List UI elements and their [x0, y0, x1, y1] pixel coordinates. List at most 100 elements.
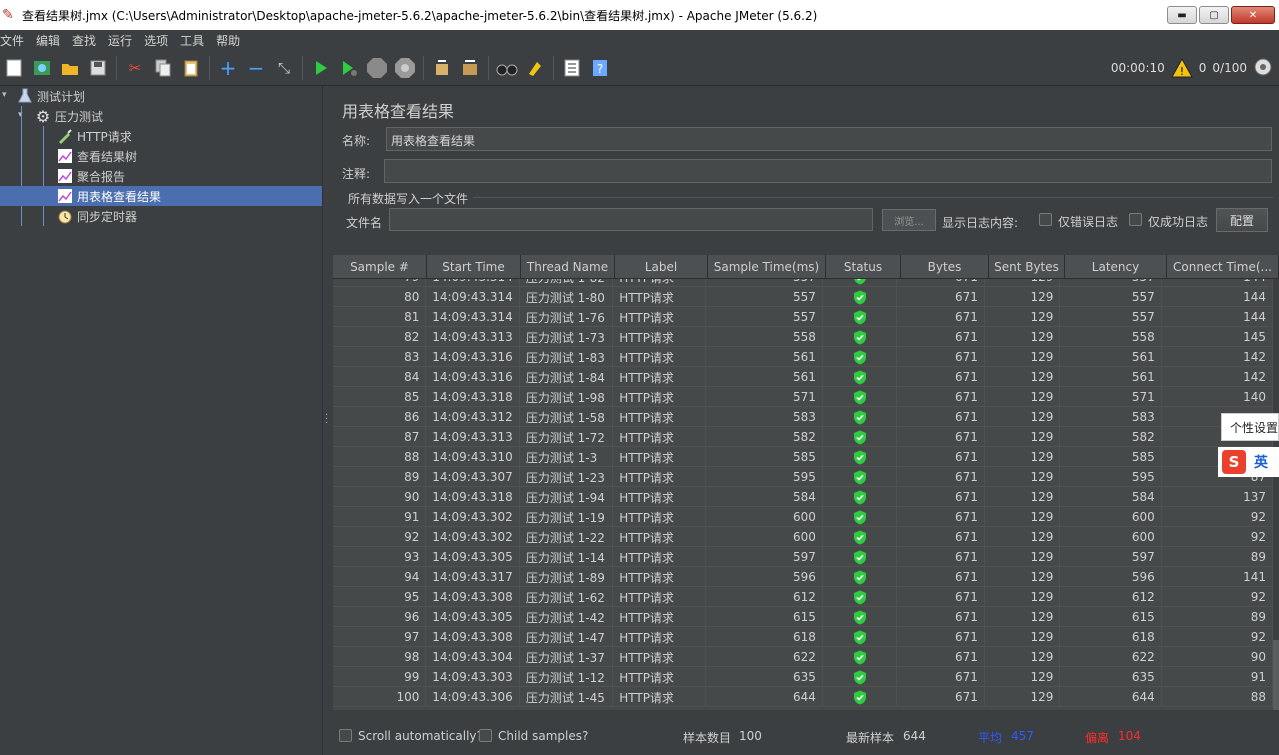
table-scrollbar[interactable] [1273, 279, 1279, 710]
column-header[interactable]: Connect Time(... [1167, 255, 1279, 279]
table-row[interactable]: 94 14:09:43.317 压力测试 1-89 HTTP请求 596 671 129 59… [333, 567, 1273, 587]
column-header[interactable]: Thread Name [521, 255, 615, 279]
table-row[interactable]: 100 14:09:43.306 压力测试 1-45 HTTP请求 644 671 129 6… [333, 687, 1273, 707]
errors-only-checkbox[interactable] [1039, 213, 1052, 226]
warning-icon[interactable]: ! [1170, 58, 1193, 78]
table-cell: HTTP请求 [613, 279, 706, 287]
name-field[interactable]: 用表格查看结果 [386, 127, 1272, 151]
table-row[interactable]: 85 14:09:43.318 压力测试 1-98 HTTP请求 571 671 129 57… [333, 387, 1273, 407]
column-header[interactable]: Sample Time(ms) [708, 255, 826, 279]
save-icon[interactable] [85, 55, 111, 81]
child-samples-checkbox[interactable] [479, 729, 492, 742]
table-row[interactable]: 96 14:09:43.305 压力测试 1-42 HTTP请求 615 671 129 61… [333, 607, 1273, 627]
jmeter-feather-icon: ✎ [2, 7, 14, 23]
menu-run[interactable]: 运行 [108, 32, 138, 49]
minimize-button[interactable]: ▬ [1167, 6, 1197, 24]
ime-toolbar[interactable]: S 英 [1218, 447, 1279, 477]
table-row[interactable]: 91 14:09:43.302 压力测试 1-19 HTTP请求 600 671 129 60… [333, 507, 1273, 527]
function-helper-icon[interactable] [559, 55, 585, 81]
paste-icon[interactable] [178, 55, 204, 81]
table-row[interactable]: 86 14:09:43.312 压力测试 1-58 HTTP请求 583 671 129 58… [333, 407, 1273, 427]
clear-all-icon[interactable] [457, 55, 483, 81]
window-title: 查看结果树.jmx (C:\Users\Administrator\Deskto… [22, 8, 818, 23]
column-header[interactable]: Sample # [333, 255, 427, 279]
start-icon[interactable] [308, 55, 334, 81]
table-row[interactable]: 99 14:09:43.303 压力测试 1-12 HTTP请求 635 671 129 63… [333, 667, 1273, 687]
sogou-logo-icon[interactable]: S [1222, 450, 1246, 474]
table-cell: HTTP请求 [613, 547, 706, 567]
tree-item-http-request[interactable]: HTTP请求 [56, 126, 132, 146]
scrollbar-thumb[interactable] [1273, 640, 1279, 710]
tree-item-thread-group[interactable]: ⚙ 压力测试 [34, 106, 103, 126]
menu-edit[interactable]: 编辑 [36, 32, 66, 49]
stop-icon[interactable] [364, 55, 390, 81]
table-cell: 79 [333, 279, 427, 287]
table-cell: 671 [897, 327, 985, 347]
column-header[interactable]: Status [826, 255, 901, 279]
status-success-icon [823, 367, 898, 387]
table-row[interactable]: 93 14:09:43.305 压力测试 1-14 HTTP请求 597 671 129 59… [333, 547, 1273, 567]
ime-mode-indicator[interactable]: 英 [1254, 452, 1268, 472]
filename-input[interactable] [389, 208, 873, 231]
copy-icon[interactable] [150, 55, 176, 81]
help-icon[interactable]: ? [587, 55, 613, 81]
cut-icon[interactable]: ✂ [122, 55, 148, 81]
table-row[interactable]: 88 14:09:43.310 压力测试 1-3 HTTP请求 585 671 129 585 [333, 447, 1273, 467]
table-row[interactable]: 7914:09:43.314压力测试 1-82HTTP请求55767112955… [333, 279, 1273, 287]
comment-label: 注释: [342, 167, 371, 181]
tree-item-sync-timer[interactable]: 同步定时器 [56, 206, 137, 226]
column-header[interactable]: Sent Bytes [989, 255, 1065, 279]
search-binoculars-icon[interactable] [494, 55, 520, 81]
table-row[interactable]: 80 14:09:43.314 压力测试 1-80 HTTP请求 557 671 129 55… [333, 287, 1273, 307]
table-row[interactable]: 82 14:09:43.313 压力测试 1-73 HTTP请求 558 671 129 55… [333, 327, 1273, 347]
table-row[interactable]: 97 14:09:43.308 压力测试 1-47 HTTP请求 618 671 129 61… [333, 627, 1273, 647]
table-row[interactable]: 98 14:09:43.304 压力测试 1-37 HTTP请求 622 671 129 62… [333, 647, 1273, 667]
collapse-arrow-icon[interactable]: ▾ [2, 90, 7, 100]
menu-tools[interactable]: 工具 [180, 32, 210, 49]
templates-icon[interactable] [29, 55, 55, 81]
table-row[interactable]: 81 14:09:43.314 压力测试 1-76 HTTP请求 557 671 129 55… [333, 307, 1273, 327]
configure-button[interactable]: 配置 [1216, 208, 1268, 232]
table-cell: 585 [706, 447, 823, 467]
expand-icon[interactable]: + [215, 55, 241, 81]
open-icon[interactable] [57, 55, 83, 81]
table-cell: 83 [333, 347, 427, 367]
start-no-pauses-icon[interactable] [336, 55, 362, 81]
table-cell: 14:09:43.307 [426, 467, 520, 487]
scroll-automatically-checkbox[interactable] [339, 729, 352, 742]
table-row[interactable]: 89 14:09:43.307 压力测试 1-23 HTTP请求 595 671 129 59… [333, 467, 1273, 487]
tree-item-aggregate-report[interactable]: 聚合报告 [56, 166, 125, 186]
tree-item-test-plan[interactable]: 测试计划 [16, 86, 85, 106]
table-row[interactable]: 87 14:09:43.313 压力测试 1-72 HTTP请求 582 671 129 58… [333, 427, 1273, 447]
table-cell: 14:09:43.312 [426, 407, 520, 427]
table-row[interactable]: 95 14:09:43.308 压力测试 1-62 HTTP请求 612 671 129 61… [333, 587, 1273, 607]
menu-options[interactable]: 选项 [144, 32, 174, 49]
column-header[interactable]: Latency [1065, 255, 1167, 279]
column-header[interactable]: Bytes [901, 255, 989, 279]
browse-button[interactable]: 浏览... [882, 209, 936, 231]
toggle-icon[interactable]: ⤡ [271, 55, 297, 81]
new-icon[interactable] [1, 55, 27, 81]
collapse-icon[interactable]: − [243, 55, 269, 81]
column-header[interactable]: Start Time [427, 255, 521, 279]
table-row[interactable]: 92 14:09:43.302 压力测试 1-22 HTTP请求 600 671 129 60… [333, 527, 1273, 547]
column-header[interactable]: Label [615, 255, 708, 279]
comment-field[interactable] [384, 159, 1272, 183]
drag-handle-icon[interactable]: · · · [325, 411, 328, 429]
close-button[interactable]: ✕ [1231, 6, 1275, 24]
tree-item-view-results-table[interactable]: 用表格查看结果 [0, 186, 322, 206]
table-row[interactable]: 90 14:09:43.318 压力测试 1-94 HTTP请求 584 671 129 58… [333, 487, 1273, 507]
table-cell: 129 [985, 287, 1061, 307]
menu-file[interactable]: 文件 [0, 32, 30, 49]
maximize-button[interactable]: ▢ [1199, 6, 1229, 24]
table-cell: 144 [1162, 279, 1273, 287]
table-row[interactable]: 84 14:09:43.316 压力测试 1-84 HTTP请求 561 671 129 56… [333, 367, 1273, 387]
menu-help[interactable]: 帮助 [216, 32, 246, 49]
tree-item-view-results-tree[interactable]: 查看结果树 [56, 146, 137, 166]
table-row[interactable]: 83 14:09:43.316 压力测试 1-83 HTTP请求 561 671 129 56… [333, 347, 1273, 367]
menu-search[interactable]: 查找 [72, 32, 102, 49]
reset-search-icon[interactable] [522, 55, 548, 81]
clear-icon[interactable] [429, 55, 455, 81]
shutdown-icon[interactable] [392, 55, 418, 81]
success-only-checkbox[interactable] [1129, 213, 1142, 226]
